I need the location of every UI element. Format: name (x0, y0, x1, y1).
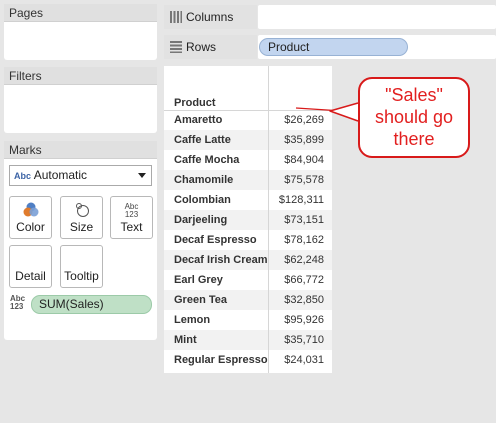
annotation-callout: "Sales" should go there (358, 77, 470, 158)
table-row[interactable]: Green Tea $32,850 (164, 290, 332, 310)
product-cell: Caffe Latte (174, 134, 231, 146)
tooltip-button[interactable]: Tooltip (60, 245, 103, 288)
product-cell: Earl Grey (174, 274, 223, 286)
sales-cell: $35,899 (284, 134, 324, 146)
product-cell: Caffe Mocha (174, 154, 240, 166)
table-row[interactable]: Earl Grey $66,772 (164, 270, 332, 290)
sales-cell: $26,269 (284, 114, 324, 126)
sales-cell: $35,710 (284, 334, 324, 346)
product-rows-pill[interactable]: Product (259, 38, 408, 56)
text-icon: Abc 123 (111, 202, 152, 220)
table-row[interactable]: Decaf Espresso $78,162 (164, 230, 332, 250)
tooltip-icon (61, 250, 102, 268)
sales-cell: $128,311 (278, 194, 324, 206)
table-row[interactable]: Caffe Latte $35,899 (164, 130, 332, 150)
pages-title: Pages (4, 4, 157, 22)
table-row[interactable]: Mint $35,710 (164, 330, 332, 350)
product-cell: Amaretto (174, 114, 223, 126)
marks-card: Marks Abc Automatic Color Size Abc 123 T… (4, 141, 157, 340)
sales-cell: $24,031 (284, 354, 324, 366)
filters-title: Filters (4, 67, 157, 85)
product-column-header[interactable]: Product (174, 97, 216, 109)
table-row[interactable]: Decaf Irish Cream $62,248 (164, 250, 332, 270)
sales-cell: $78,162 (284, 234, 324, 246)
rows-shelf: Rows Product (164, 35, 496, 59)
text-table-view[interactable]: Product Amaretto $26,269 Caffe Latte $35,89… (164, 66, 332, 373)
table-row[interactable]: Darjeeling $73,151 (164, 210, 332, 230)
product-cell: Decaf Irish Cream (174, 254, 268, 266)
sales-cell: $75,578 (284, 174, 324, 186)
detail-label: Detail (15, 269, 46, 283)
product-cell: Decaf Espresso (174, 234, 257, 246)
marks-title: Marks (4, 141, 157, 159)
chevron-down-icon[interactable] (138, 173, 146, 178)
detail-icon (10, 250, 51, 268)
columns-drop-zone[interactable] (258, 5, 496, 29)
size-button[interactable]: Size (60, 196, 103, 239)
product-cell: Mint (174, 334, 197, 346)
callout-line-3: there (393, 129, 435, 149)
size-icon (61, 201, 102, 219)
text-label: Text (120, 220, 143, 234)
columns-label: Columns (186, 10, 234, 24)
product-cell: Regular Espresso (174, 354, 268, 366)
product-cell: Darjeeling (174, 214, 228, 226)
column-divider (268, 66, 269, 373)
table-row[interactable]: Regular Espresso $24,031 (164, 350, 332, 370)
size-label: Size (69, 220, 94, 234)
pages-card[interactable]: Pages (4, 4, 157, 60)
product-cell: Lemon (174, 314, 211, 326)
callout-line-2: should go (374, 107, 454, 127)
abc-icon: Abc (14, 171, 32, 181)
field-badge-123: 123 (10, 302, 24, 311)
callout-line-1: "Sales" (385, 85, 443, 105)
product-cell: Chamomile (174, 174, 234, 186)
table-row[interactable]: Lemon $95,926 (164, 310, 332, 330)
text-field-icon: Abc 123 (10, 295, 25, 311)
text-button[interactable]: Abc 123 Text (110, 196, 153, 239)
mark-type-dropdown[interactable]: Abc Automatic (9, 165, 152, 186)
sales-cell: $32,850 (284, 294, 324, 306)
sales-cell: $62,248 (284, 254, 324, 266)
table-row[interactable]: Amaretto $26,269 (164, 110, 332, 130)
columns-shelf-label: Columns (164, 5, 257, 29)
table-row[interactable]: Caffe Mocha $84,904 (164, 150, 332, 170)
detail-button[interactable]: Detail (9, 245, 52, 288)
sum-sales-pill[interactable]: SUM(Sales) (31, 295, 152, 314)
product-cell: Green Tea (174, 294, 227, 306)
sales-cell: $66,772 (284, 274, 324, 286)
sales-cell: $73,151 (284, 214, 324, 226)
mark-type-value: Automatic (33, 168, 88, 182)
sales-cell: $95,926 (284, 314, 324, 326)
filters-card[interactable]: Filters (4, 67, 157, 133)
table-row[interactable]: Colombian $128,311 (164, 190, 332, 210)
columns-shelf: Columns (164, 5, 496, 29)
text-icon-123: 123 (124, 210, 139, 219)
color-icon (10, 201, 51, 219)
product-cell: Colombian (174, 194, 231, 206)
color-label: Color (16, 220, 45, 234)
table-row[interactable]: Chamomile $75,578 (164, 170, 332, 190)
sales-cell: $84,904 (284, 154, 324, 166)
columns-icon (170, 11, 182, 23)
rows-label: Rows (186, 40, 217, 54)
color-button[interactable]: Color (9, 196, 52, 239)
rows-shelf-label: Rows (164, 35, 257, 59)
rows-icon (170, 41, 182, 53)
tooltip-label: Tooltip (64, 269, 99, 283)
